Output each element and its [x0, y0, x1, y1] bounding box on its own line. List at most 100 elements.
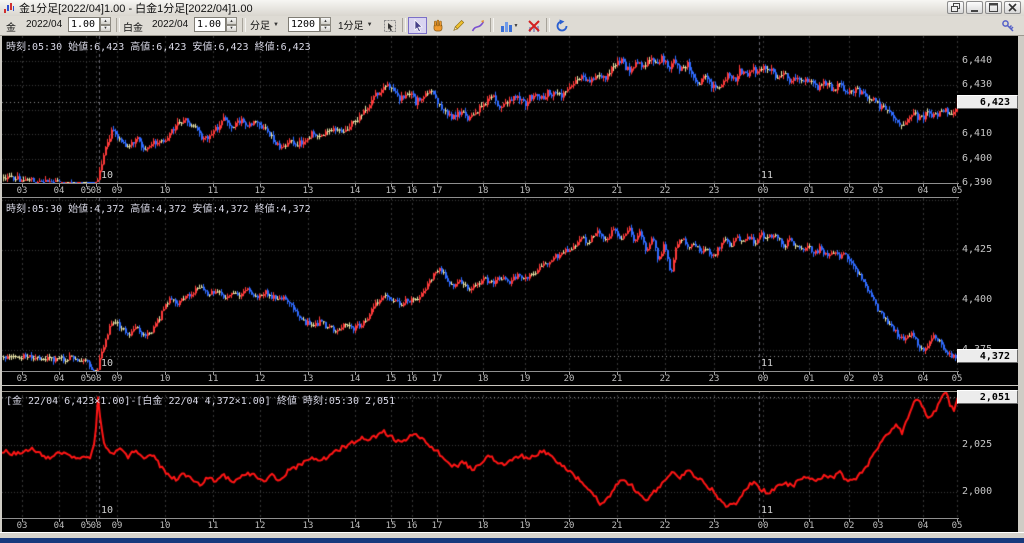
- minimize-button[interactable]: [966, 1, 983, 14]
- x-axis-tick-label: 21: [611, 374, 623, 384]
- toolbar-separator: [242, 18, 246, 32]
- x-axis-tick-label: 13: [302, 374, 314, 384]
- region-select-icon: [383, 19, 396, 32]
- x-axis-tick-label: 20: [563, 374, 575, 384]
- gold-month: 2022/04: [26, 19, 63, 30]
- x-axis-tick-label: 14: [349, 521, 361, 531]
- x-axis-tick-label: 15: [385, 374, 397, 384]
- x-axis-tick-label: 17: [431, 374, 443, 384]
- platinum-multiplier-input[interactable]: [194, 17, 226, 32]
- chart-header-2: 時刻:05:30 始値:4,372 高値:4,372 安値:4,372 終値:4…: [6, 204, 311, 215]
- day-label: 11: [761, 505, 774, 516]
- x-axis-tick-label: 10: [159, 521, 171, 531]
- gold-multiplier-input[interactable]: [68, 17, 100, 32]
- y-axis-label: 2,000: [962, 486, 993, 497]
- y-axis-label: 6,430: [962, 79, 993, 90]
- x-axis-tick-label: 21: [611, 186, 623, 196]
- hand-icon: [433, 19, 442, 31]
- pencil-icon: [452, 19, 464, 31]
- brush-icon: [471, 19, 484, 31]
- x-axis-tick-label: 02: [843, 374, 855, 384]
- x-axis-tick-label: 17: [431, 521, 443, 531]
- bar-count-input[interactable]: [288, 17, 320, 32]
- day-label: 10: [101, 505, 114, 516]
- cursor-tool-button[interactable]: [408, 17, 427, 34]
- period-dropdown[interactable]: 分足 ▼: [250, 18, 279, 32]
- x-axis-tick-label: 04: [917, 186, 929, 196]
- x-axis-tick-label: 05: [951, 521, 963, 531]
- x-axis-tick-label: 20: [563, 186, 575, 196]
- x-axis-tick-label: 21: [611, 521, 623, 531]
- x-axis-tick-label: 01: [803, 521, 815, 531]
- x-axis-tick-label: 00: [757, 521, 769, 531]
- x-axis-tick-label: 00: [757, 374, 769, 384]
- key-icon: [1001, 19, 1014, 32]
- x-axis-tick-label: 12: [254, 521, 266, 531]
- clear-indicator-button[interactable]: [524, 17, 543, 34]
- interval-dropdown-label: 1分足: [338, 21, 364, 32]
- current-price-box-3: 2,051: [957, 390, 1018, 404]
- toolbar-separator: [546, 18, 550, 32]
- layers-button[interactable]: [947, 1, 964, 14]
- region-select-button[interactable]: [380, 17, 399, 34]
- current-price-box-1: 6,423: [957, 95, 1018, 109]
- close-icon: [1008, 3, 1017, 12]
- chart-type-button[interactable]: ▼: [496, 17, 522, 34]
- hand-tool-button[interactable]: [428, 17, 447, 34]
- x-axis-tick-label: 19: [519, 521, 531, 531]
- period-dropdown-label: 分足: [250, 21, 270, 32]
- x-axis-tick-label: 13: [302, 521, 314, 531]
- minimize-icon: [970, 9, 978, 12]
- x-axis-tick-label: 00: [757, 186, 769, 196]
- x-axis-tick-label: 22: [659, 374, 671, 384]
- day-label: 11: [761, 358, 774, 369]
- x-axis-tick-label: 11: [207, 374, 219, 384]
- pencil-tool-button[interactable]: [448, 17, 467, 34]
- x-axis-tick-label: 23: [708, 186, 720, 196]
- y-axis-gutter-3: [959, 390, 1018, 532]
- x-axis-3: 03 04 05 08 09 10 11 12 13 14 15 16 17 18 19 20 21 22 23 00…: [2, 518, 962, 533]
- x-axis-tick-label: 12: [254, 374, 266, 384]
- x-axis-tick-label: 18: [477, 521, 489, 531]
- toolbar: 金 2022/04 ▲▼ 白金 2022/04 ▲▼ 分足▼ ▲▼ 1分足▼: [0, 16, 1024, 36]
- chart-type-icon: [500, 21, 512, 32]
- maximize-button[interactable]: [985, 1, 1002, 14]
- brush-tool-button[interactable]: [468, 17, 487, 34]
- x-axis-2: 03 04 05 08 09 10 11 12 13 14 15 16 17 18 19 20 21 22 23 00…: [2, 371, 962, 386]
- chevron-down-icon: ▼: [366, 21, 373, 28]
- x-axis-tick-label: 08: [90, 186, 102, 196]
- interval-dropdown[interactable]: 1分足 ▼: [338, 18, 373, 32]
- chart-header-3: [金 22/04 6,423×1.00]-[白金 22/04 4,372×1.0…: [6, 396, 396, 407]
- chevron-down-icon: ▼: [513, 22, 519, 29]
- window-right-edge: [1018, 36, 1024, 532]
- platinum-multiplier-stepper[interactable]: ▲ ▼: [226, 17, 237, 32]
- candlestick-chart-2[interactable]: [2, 198, 959, 371]
- layers-icon: [951, 3, 960, 12]
- x-axis-tick-label: 19: [519, 374, 531, 384]
- gold-multiplier-stepper[interactable]: ▲ ▼: [100, 17, 111, 32]
- app-window: 金1分足[2022/04]1.00 - 白金1分足[2022/04]1.00 金…: [0, 0, 1024, 543]
- toolbar-separator: [402, 18, 406, 32]
- x-axis-tick-label: 20: [563, 521, 575, 531]
- clear-indicator-icon: [527, 19, 540, 32]
- x-axis-tick-label: 16: [406, 186, 418, 196]
- x-axis-tick-label: 01: [803, 186, 815, 196]
- x-axis-tick-label: 04: [53, 521, 65, 531]
- platinum-label: 白金: [123, 23, 143, 34]
- title-bar: 金1分足[2022/04]1.00 - 白金1分足[2022/04]1.00: [0, 0, 1024, 17]
- pane-separator[interactable]: [0, 385, 1024, 392]
- spread-line-chart[interactable]: [2, 390, 959, 518]
- bar-count-stepper[interactable]: ▲ ▼: [320, 17, 331, 32]
- candlestick-chart-1[interactable]: [2, 36, 959, 183]
- x-axis-tick-label: 03: [872, 374, 884, 384]
- y-axis-label: 4,400: [962, 294, 993, 305]
- refresh-button[interactable]: [552, 17, 571, 34]
- x-axis-tick-label: 04: [917, 374, 929, 384]
- close-button[interactable]: [1004, 1, 1021, 14]
- y-axis-label: 6,410: [962, 128, 993, 139]
- cursor-icon: [414, 18, 423, 32]
- key-button[interactable]: [998, 17, 1017, 34]
- x-axis-tick-label: 11: [207, 186, 219, 196]
- y-axis-label: 2,025: [962, 439, 993, 450]
- x-axis-tick-label: 03: [872, 186, 884, 196]
